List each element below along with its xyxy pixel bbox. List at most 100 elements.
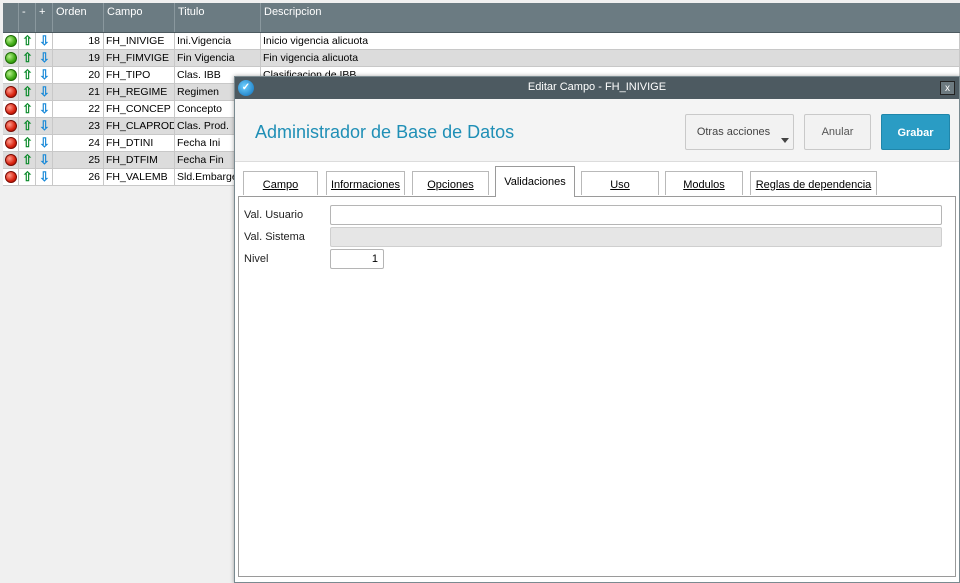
status-red-icon — [5, 86, 17, 98]
cell-orden: 23 — [53, 118, 104, 134]
cell-move-down: ⇩ — [36, 169, 53, 185]
arrow-down-icon[interactable]: ⇩ — [39, 152, 50, 168]
col-status[interactable] — [3, 3, 19, 32]
arrow-down-icon[interactable]: ⇩ — [39, 135, 50, 151]
cell-status — [3, 50, 19, 66]
arrow-up-icon[interactable]: ⇧ — [22, 118, 33, 134]
tab-modulos[interactable]: Modulos — [665, 171, 743, 195]
val-usuario-label: Val. Usuario — [244, 209, 304, 221]
val-sistema-input[interactable] — [330, 227, 942, 247]
nivel-input[interactable]: 1 — [330, 249, 384, 269]
arrow-up-icon[interactable]: ⇧ — [22, 135, 33, 151]
arrow-up-icon[interactable]: ⇧ — [22, 84, 33, 100]
tab-uso[interactable]: Uso — [581, 171, 659, 195]
table-row[interactable]: ⇧ ⇩ 19 FH_FIMVIGE Fin Vigencia Fin vigencia a… — [3, 50, 960, 67]
chevron-down-icon — [781, 138, 789, 143]
arrow-up-icon[interactable]: ⇧ — [22, 152, 33, 168]
arrow-down-icon[interactable]: ⇩ — [39, 67, 50, 83]
cell-move-down: ⇩ — [36, 118, 53, 134]
cell-orden: 24 — [53, 135, 104, 151]
nivel-label: Nivel — [244, 253, 269, 265]
cell-move-down: ⇩ — [36, 50, 53, 66]
cell-status — [3, 67, 19, 83]
cell-campo: FH_INIVIGE — [104, 33, 175, 49]
col-descripcion[interactable]: Descripcion — [261, 3, 960, 32]
status-red-icon — [5, 103, 17, 115]
close-button[interactable]: x — [940, 81, 955, 95]
dialog-title: Editar Campo - FH_INIVIGE — [527, 81, 667, 93]
arrow-up-icon[interactable]: ⇧ — [22, 101, 33, 117]
cell-move-up: ⇧ — [19, 152, 36, 168]
arrow-down-icon[interactable]: ⇩ — [39, 84, 50, 100]
col-minus[interactable]: - — [19, 3, 36, 32]
cell-status — [3, 169, 19, 185]
status-red-icon — [5, 171, 17, 183]
app-header: Administrador de Base de Datos Otras acc… — [235, 99, 959, 162]
cell-move-down: ⇩ — [36, 84, 53, 100]
cell-move-up: ⇧ — [19, 84, 36, 100]
cell-move-down: ⇩ — [36, 152, 53, 168]
val-usuario-input[interactable] — [330, 205, 942, 225]
cell-orden: 18 — [53, 33, 104, 49]
table-row[interactable]: ⇧ ⇩ 18 FH_INIVIGE Ini.Vigencia Inicio vigenci… — [3, 33, 960, 50]
cell-descripcion: Fin vigencia alicuota — [261, 50, 960, 66]
col-campo[interactable]: Campo — [104, 3, 175, 32]
dialog-titlebar: ✓ Editar Campo - FH_INIVIGE x — [235, 77, 959, 99]
arrow-down-icon[interactable]: ⇩ — [39, 101, 50, 117]
cancel-button[interactable]: Anular — [804, 114, 871, 150]
cell-campo: FH_FIMVIGE — [104, 50, 175, 66]
col-orden[interactable]: Orden — [53, 3, 104, 32]
cell-orden: 25 — [53, 152, 104, 168]
tab-campo[interactable]: Campo — [243, 171, 318, 195]
cell-status — [3, 135, 19, 151]
other-actions-button[interactable]: Otras acciones — [685, 114, 794, 150]
save-button[interactable]: Grabar — [881, 114, 950, 150]
tab-validaciones[interactable]: Validaciones — [495, 166, 575, 197]
cell-move-up: ⇧ — [19, 67, 36, 83]
arrow-down-icon[interactable]: ⇩ — [39, 50, 50, 66]
col-plus[interactable]: + — [36, 3, 53, 32]
cell-status — [3, 152, 19, 168]
cell-status — [3, 33, 19, 49]
arrow-up-icon[interactable]: ⇧ — [22, 33, 33, 49]
cell-move-down: ⇩ — [36, 67, 53, 83]
cell-descripcion: Inicio vigencia alicuota — [261, 33, 960, 49]
cell-campo: FH_CLAPROD — [106, 118, 175, 134]
status-green-icon — [5, 52, 17, 64]
cell-move-down: ⇩ — [36, 135, 53, 151]
arrow-up-icon[interactable]: ⇧ — [22, 67, 33, 83]
cell-status — [3, 84, 19, 100]
arrow-down-icon[interactable]: ⇩ — [39, 169, 50, 185]
other-actions-label: Otras acciones — [696, 126, 771, 138]
cell-titulo: Ini.Vigencia — [175, 33, 261, 49]
tab-informaciones[interactable]: Informaciones — [326, 171, 405, 195]
validaciones-panel: Val. Usuario Val. Sistema Nivel 1 — [238, 196, 956, 577]
status-green-icon — [5, 35, 17, 47]
status-red-icon — [5, 137, 17, 149]
cell-move-down: ⇩ — [36, 101, 53, 117]
cell-orden: 20 — [53, 67, 104, 83]
arrow-down-icon[interactable]: ⇩ — [39, 33, 50, 49]
cell-status — [3, 118, 19, 134]
tab-reglas-dependencia[interactable]: Reglas de dependencia — [750, 171, 877, 195]
edit-field-dialog: ✓ Editar Campo - FH_INIVIGE x Administra… — [234, 76, 960, 583]
cell-orden: 22 — [53, 101, 104, 117]
cell-orden: 21 — [53, 84, 104, 100]
cell-move-up: ⇧ — [19, 101, 36, 117]
arrow-down-icon[interactable]: ⇩ — [39, 118, 50, 134]
cell-campo: FH_DTFIM — [104, 152, 175, 168]
tab-opciones[interactable]: Opciones — [412, 171, 489, 195]
arrow-up-icon[interactable]: ⇧ — [22, 169, 33, 185]
arrow-up-icon[interactable]: ⇧ — [22, 50, 33, 66]
cell-campo: FH_REGIME — [104, 84, 175, 100]
cell-move-up: ⇧ — [19, 135, 36, 151]
cell-orden: 19 — [53, 50, 104, 66]
col-titulo[interactable]: Titulo — [175, 3, 261, 32]
page-title: Administrador de Base de Datos — [255, 122, 515, 142]
cell-move-down: ⇩ — [36, 33, 53, 49]
status-red-icon — [5, 154, 17, 166]
status-red-icon — [5, 120, 17, 132]
grid-header: - + Orden Campo Titulo Descripcion — [3, 3, 960, 33]
tab-bar: Campo Informaciones Opciones Validacione… — [235, 161, 959, 197]
cell-campo: FH_VALEMB — [104, 169, 175, 185]
